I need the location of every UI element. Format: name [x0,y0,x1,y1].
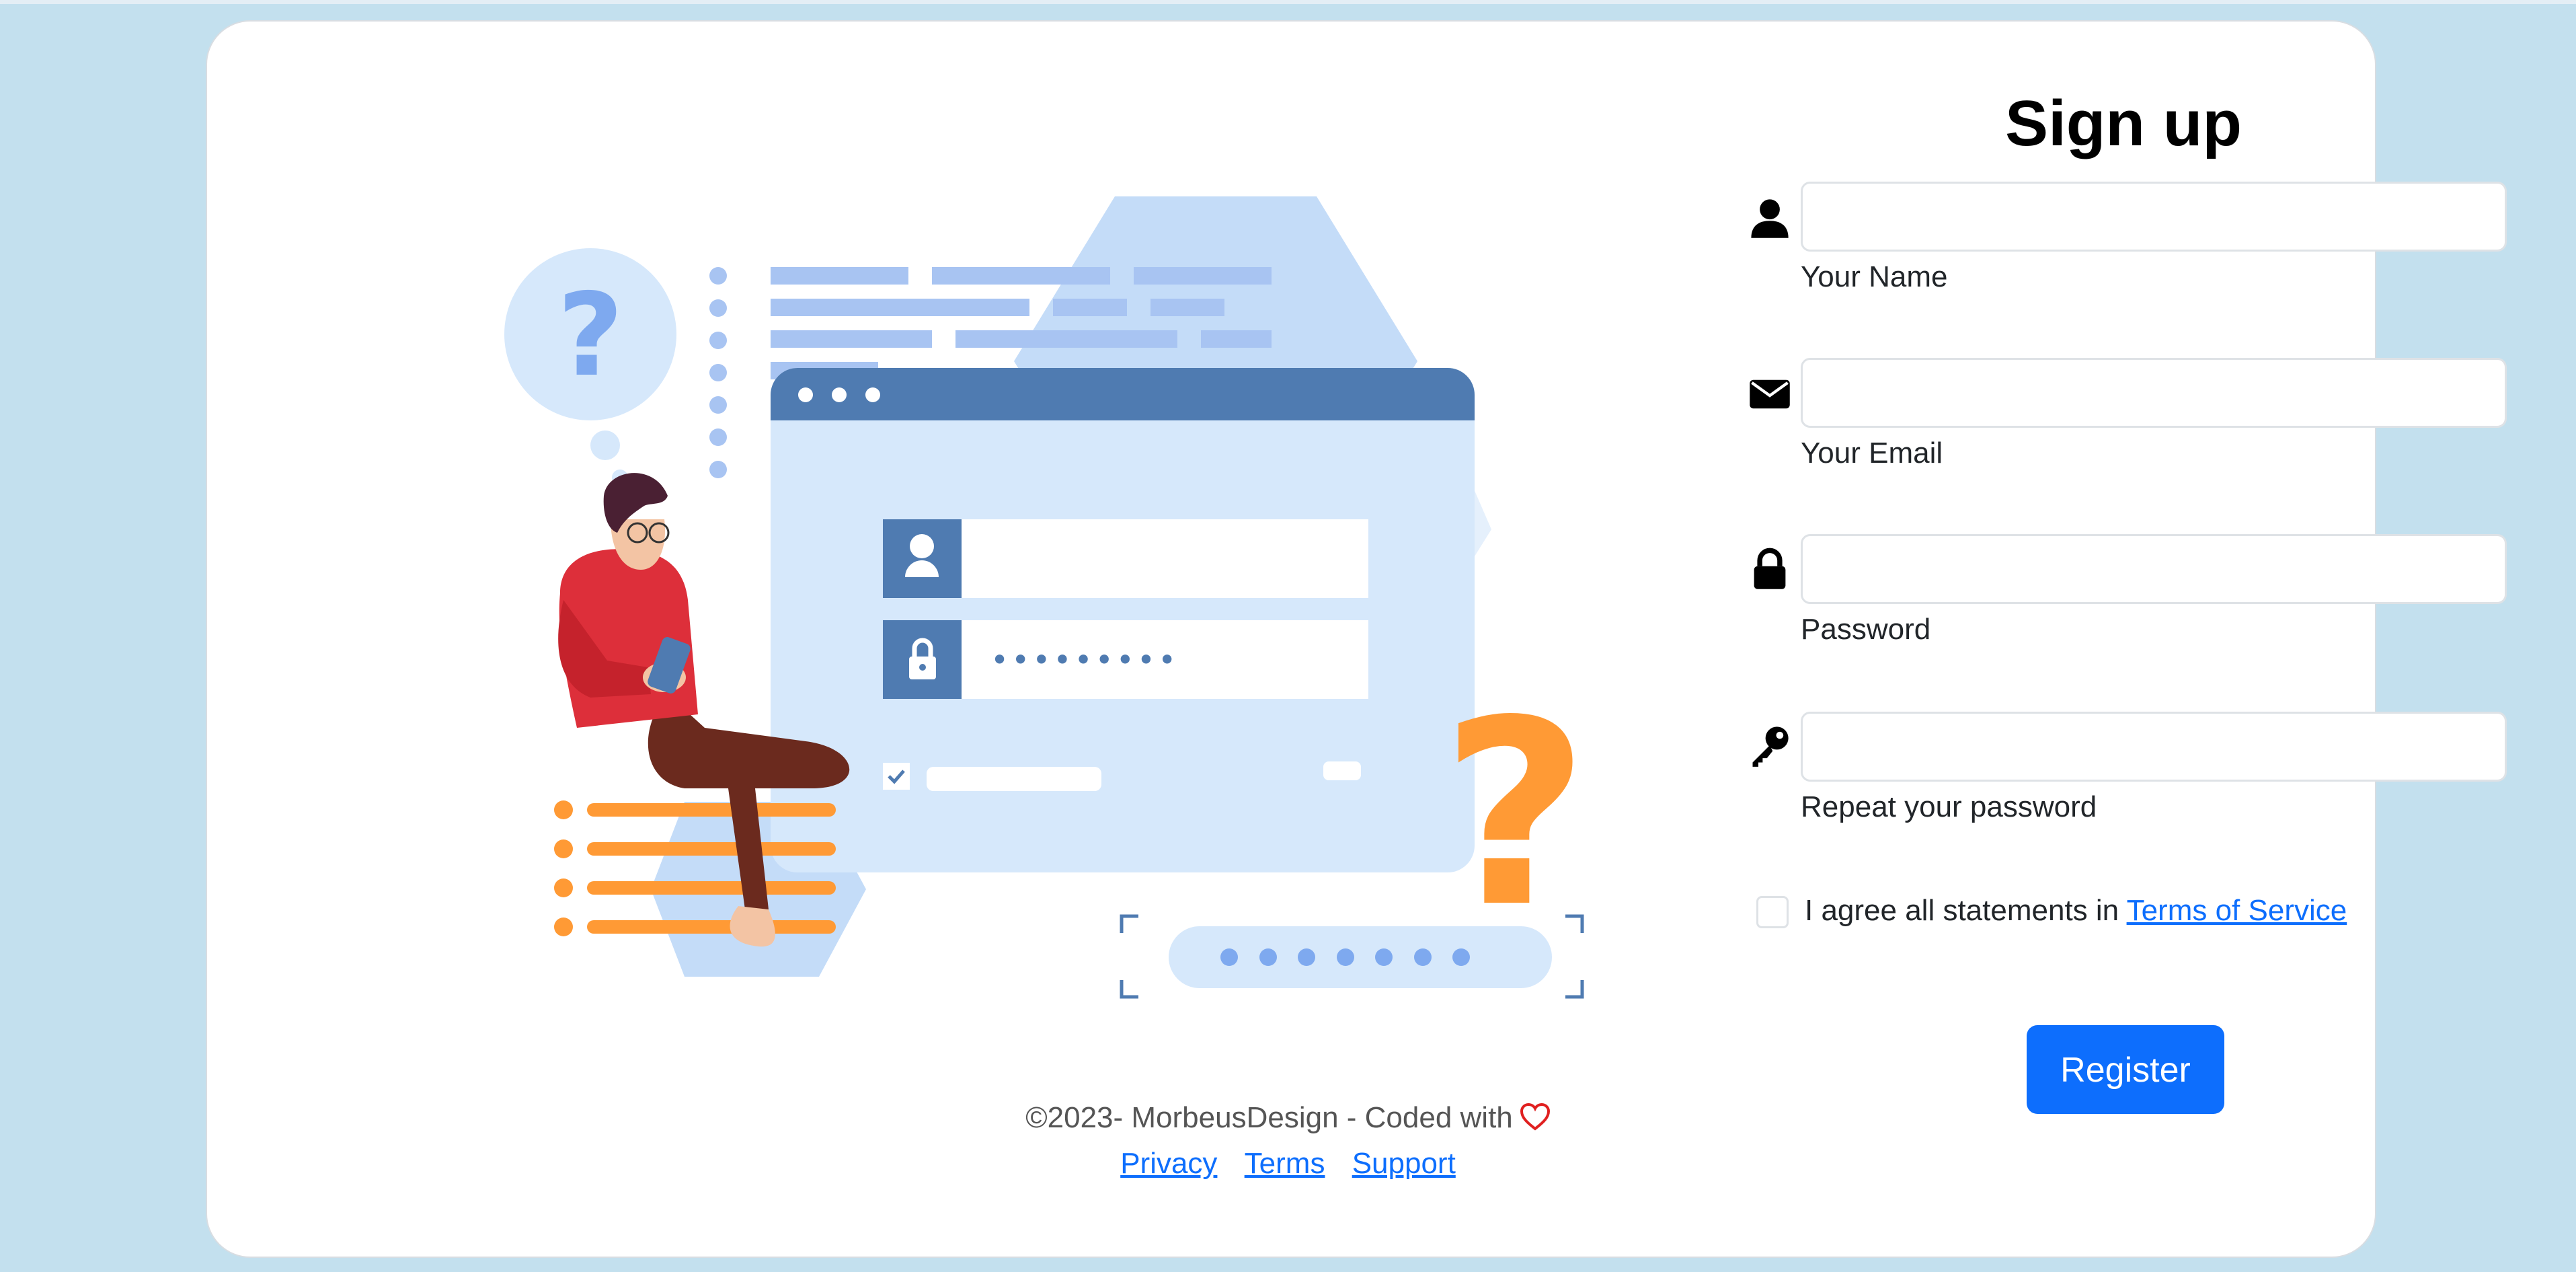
key-icon [1752,726,1789,767]
illustration-remember-bar [927,767,1101,791]
footer-copyright: ©2023- MorbeusDesign - Coded with [0,1100,2576,1136]
top-border [0,0,2576,4]
password-label: Password [1801,613,1931,646]
password-input[interactable] [1801,534,2507,604]
terms-of-service-link[interactable]: Terms of Service [2127,894,2347,927]
signup-card: ? ••••••••• ? Sign up Your Name Your Ema… [206,20,2507,1258]
terms-link[interactable]: Terms [1245,1147,1325,1180]
illustration-user-field [962,519,1368,598]
repeat-password-input[interactable] [1801,712,2507,782]
email-input[interactable] [1801,358,2507,428]
window-dot [798,387,813,402]
signup-illustration: ? ••••••••• ? [504,196,1589,999]
illustration-checkbox [883,763,910,790]
dot-column [709,267,727,478]
thought-dot-large [590,431,620,460]
copyright-text: ©2023- MorbeusDesign - Coded with [1025,1101,1513,1134]
window-dot [865,387,880,402]
signup-form: Sign up Your Name Your Email Password Re… [1733,75,2513,1125]
privacy-link[interactable]: Privacy [1120,1147,1217,1180]
terms-agreement: I agree all statements in Terms of Servi… [1805,893,2347,929]
heart-icon [1520,1103,1550,1131]
lock-icon [1754,548,1786,589]
window-dot [832,387,847,402]
illustration-password-mask: ••••••••• [990,642,1179,678]
terms-agreement-text: I agree all statements in [1805,894,2127,927]
terms-checkbox[interactable] [1756,896,1789,928]
name-input[interactable] [1801,182,2507,252]
page-title: Sign up [2005,87,2242,159]
repeat-password-label: Repeat your password [1801,790,2097,823]
illustration-user-icon [910,534,934,558]
name-label: Your Name [1801,260,1948,293]
illustration-link-bar [1323,761,1361,780]
user-icon [1751,199,1789,238]
email-label: Your Email [1801,437,1943,470]
question-mark-large: ? [1441,665,1589,963]
illustration-user-box [883,519,962,598]
support-link[interactable]: Support [1352,1147,1456,1180]
envelope-icon [1750,379,1790,409]
question-mark-small: ? [557,269,624,402]
footer-links: Privacy Terms Support [0,1146,2576,1182]
